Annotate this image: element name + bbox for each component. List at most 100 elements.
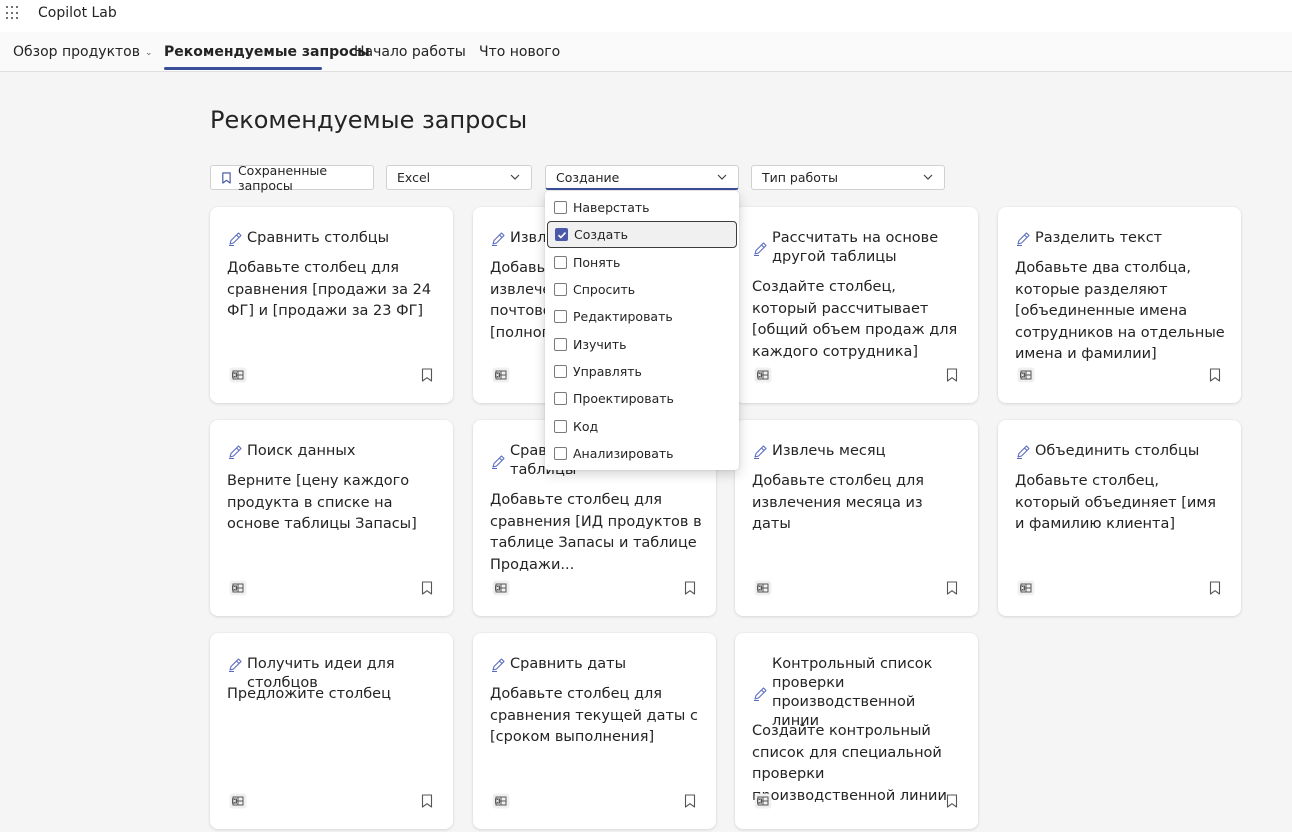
checkbox[interactable] [554, 310, 567, 323]
card-body: Создайте контрольный список для специаль… [752, 723, 947, 804]
excel-icon [492, 367, 510, 383]
pen-icon [229, 658, 242, 673]
menu-option-code[interactable]: Код [547, 413, 737, 440]
menu-option-edit[interactable]: Редактировать [547, 303, 737, 330]
card-body: Добавьте столбец, который объединяет [им… [1015, 473, 1216, 532]
menu-option-create[interactable]: Создать [547, 221, 737, 248]
checkbox[interactable] [554, 447, 567, 460]
prompt-card[interactable]: Поиск данных Верните [цену каждого проду… [210, 420, 453, 616]
excel-icon [754, 367, 772, 383]
chevron-down-icon: ⌄ [145, 48, 153, 58]
option-label: Код [573, 419, 599, 434]
app-title[interactable]: Copilot Lab [38, 5, 117, 21]
card-title: Разделить текст [1015, 229, 1227, 248]
excel-icon [229, 793, 247, 809]
card-title-text: Сравнить столбцы [247, 230, 390, 246]
checkbox[interactable] [554, 338, 567, 351]
main-nav: Обзор продуктов ⌄ Рекомендуемые запросы Н… [0, 32, 1292, 72]
card-title-text: Объединить столбцы [1035, 443, 1200, 459]
top-bar: Copilot Lab [0, 0, 1292, 32]
app-filter-value: Excel [397, 170, 431, 185]
bookmark-icon[interactable] [1209, 581, 1221, 595]
menu-option-analyze[interactable]: Анализировать [547, 440, 737, 467]
saved-prompts-button[interactable]: Сохраненные запросы [210, 162, 374, 193]
pen-icon [754, 242, 767, 257]
option-label: Создать [574, 227, 628, 242]
card-title: Рассчитать на основе другой таблицы [752, 229, 964, 267]
pen-icon [754, 445, 767, 460]
checkbox[interactable] [554, 420, 567, 433]
checkbox[interactable] [554, 256, 567, 269]
chevron-down-icon [923, 174, 933, 180]
excel-icon [1017, 580, 1035, 596]
bookmark-icon[interactable] [946, 581, 958, 595]
option-label: Понять [573, 255, 621, 270]
option-label: Изучить [573, 337, 627, 352]
bookmark-icon[interactable] [684, 581, 696, 595]
menu-option-learn[interactable]: Изучить [547, 331, 737, 358]
pen-icon [1017, 445, 1030, 460]
option-label: Проектировать [573, 391, 674, 406]
card-body: Верните [цену каждого продукта в списке … [227, 473, 417, 532]
bookmark-icon[interactable] [421, 581, 433, 595]
prompt-card[interactable]: Контрольный список проверки производстве… [735, 633, 978, 829]
excel-icon [492, 580, 510, 596]
bookmark-icon[interactable] [421, 368, 433, 382]
action-filter-menu: Наверстать Создать Понять Спросить Редак… [545, 191, 739, 470]
action-filter-value: Создание [556, 169, 620, 185]
pen-icon [492, 232, 505, 247]
prompt-card[interactable]: Объединить столбцы Добавьте столбец, кот… [998, 420, 1241, 616]
card-title-text: Разделить текст [1035, 230, 1163, 246]
option-label: Наверстать [573, 200, 650, 215]
menu-option-manage[interactable]: Управлять [547, 358, 737, 385]
card-body: Добавьте извлечен почтовог [полного [490, 260, 550, 341]
pen-icon [229, 232, 242, 247]
bookmark-icon[interactable] [1209, 368, 1221, 382]
checkbox[interactable] [554, 365, 567, 378]
menu-option-design[interactable]: Проектировать [547, 385, 737, 412]
action-filter-dropdown[interactable]: Создание [545, 165, 739, 190]
card-title-text: Сравнить даты [510, 656, 627, 672]
nav-whats-new[interactable]: Что нового [479, 44, 560, 60]
card-body: Добавьте столбец для сравнения текущей д… [490, 686, 698, 745]
prompt-card[interactable]: Разделить текст Добавьте два столбца, ко… [998, 207, 1241, 403]
work-type-filter-value: Тип работы [762, 170, 839, 185]
bookmark-icon[interactable] [946, 368, 958, 382]
card-title-text: Поиск данных [247, 443, 356, 459]
checkbox-checked[interactable] [555, 228, 568, 241]
option-label: Спросить [573, 282, 636, 297]
chevron-down-icon [717, 174, 727, 180]
prompt-card[interactable]: Извлечь месяц Добавьте столбец для извле… [735, 420, 978, 616]
nav-get-started[interactable]: Начало работы [354, 44, 466, 60]
prompt-card[interactable]: Рассчитать на основе другой таблицы Созд… [735, 207, 978, 403]
menu-option-ask[interactable]: Спросить [547, 276, 737, 303]
pen-icon [492, 455, 505, 470]
nav-products-overview[interactable]: Обзор продуктов ⌄ [13, 44, 153, 60]
menu-option-understand[interactable]: Понять [547, 249, 737, 276]
saved-prompts-label: Сохраненные запросы [237, 162, 328, 193]
menu-option-catch-up[interactable]: Наверстать [547, 194, 737, 221]
card-body: Добавьте столбец для сравнения [ИД проду… [490, 492, 702, 573]
excel-icon [1017, 367, 1035, 383]
active-tab-indicator [164, 67, 322, 70]
excel-icon [492, 793, 510, 809]
checkbox[interactable] [554, 283, 567, 296]
excel-icon [229, 580, 247, 596]
prompt-card[interactable]: Получить идеи для столбцов Предложите ст… [210, 633, 453, 829]
prompt-card[interactable]: Сравнить столбцы Добавьте столбец для ср… [210, 207, 453, 403]
bookmark-icon[interactable] [684, 794, 696, 808]
checkmark-icon [557, 231, 566, 239]
bookmark-icon[interactable] [421, 794, 433, 808]
waffle-icon[interactable] [6, 6, 20, 20]
bookmark-icon[interactable] [946, 794, 958, 808]
option-label: Управлять [573, 364, 642, 379]
app-filter-dropdown[interactable]: Excel [386, 165, 532, 190]
checkbox[interactable] [554, 201, 567, 214]
card-body: Добавьте столбец для извлечения месяца и… [752, 473, 925, 532]
prompt-card[interactable]: Сравнить даты Добавьте столбец для сравн… [473, 633, 716, 829]
card-title: Поиск данных [227, 442, 439, 461]
excel-icon [229, 367, 247, 383]
work-type-filter-dropdown[interactable]: Тип работы [751, 165, 945, 190]
checkbox[interactable] [554, 392, 567, 405]
nav-recommended-prompts[interactable]: Рекомендуемые запросы [164, 44, 370, 60]
